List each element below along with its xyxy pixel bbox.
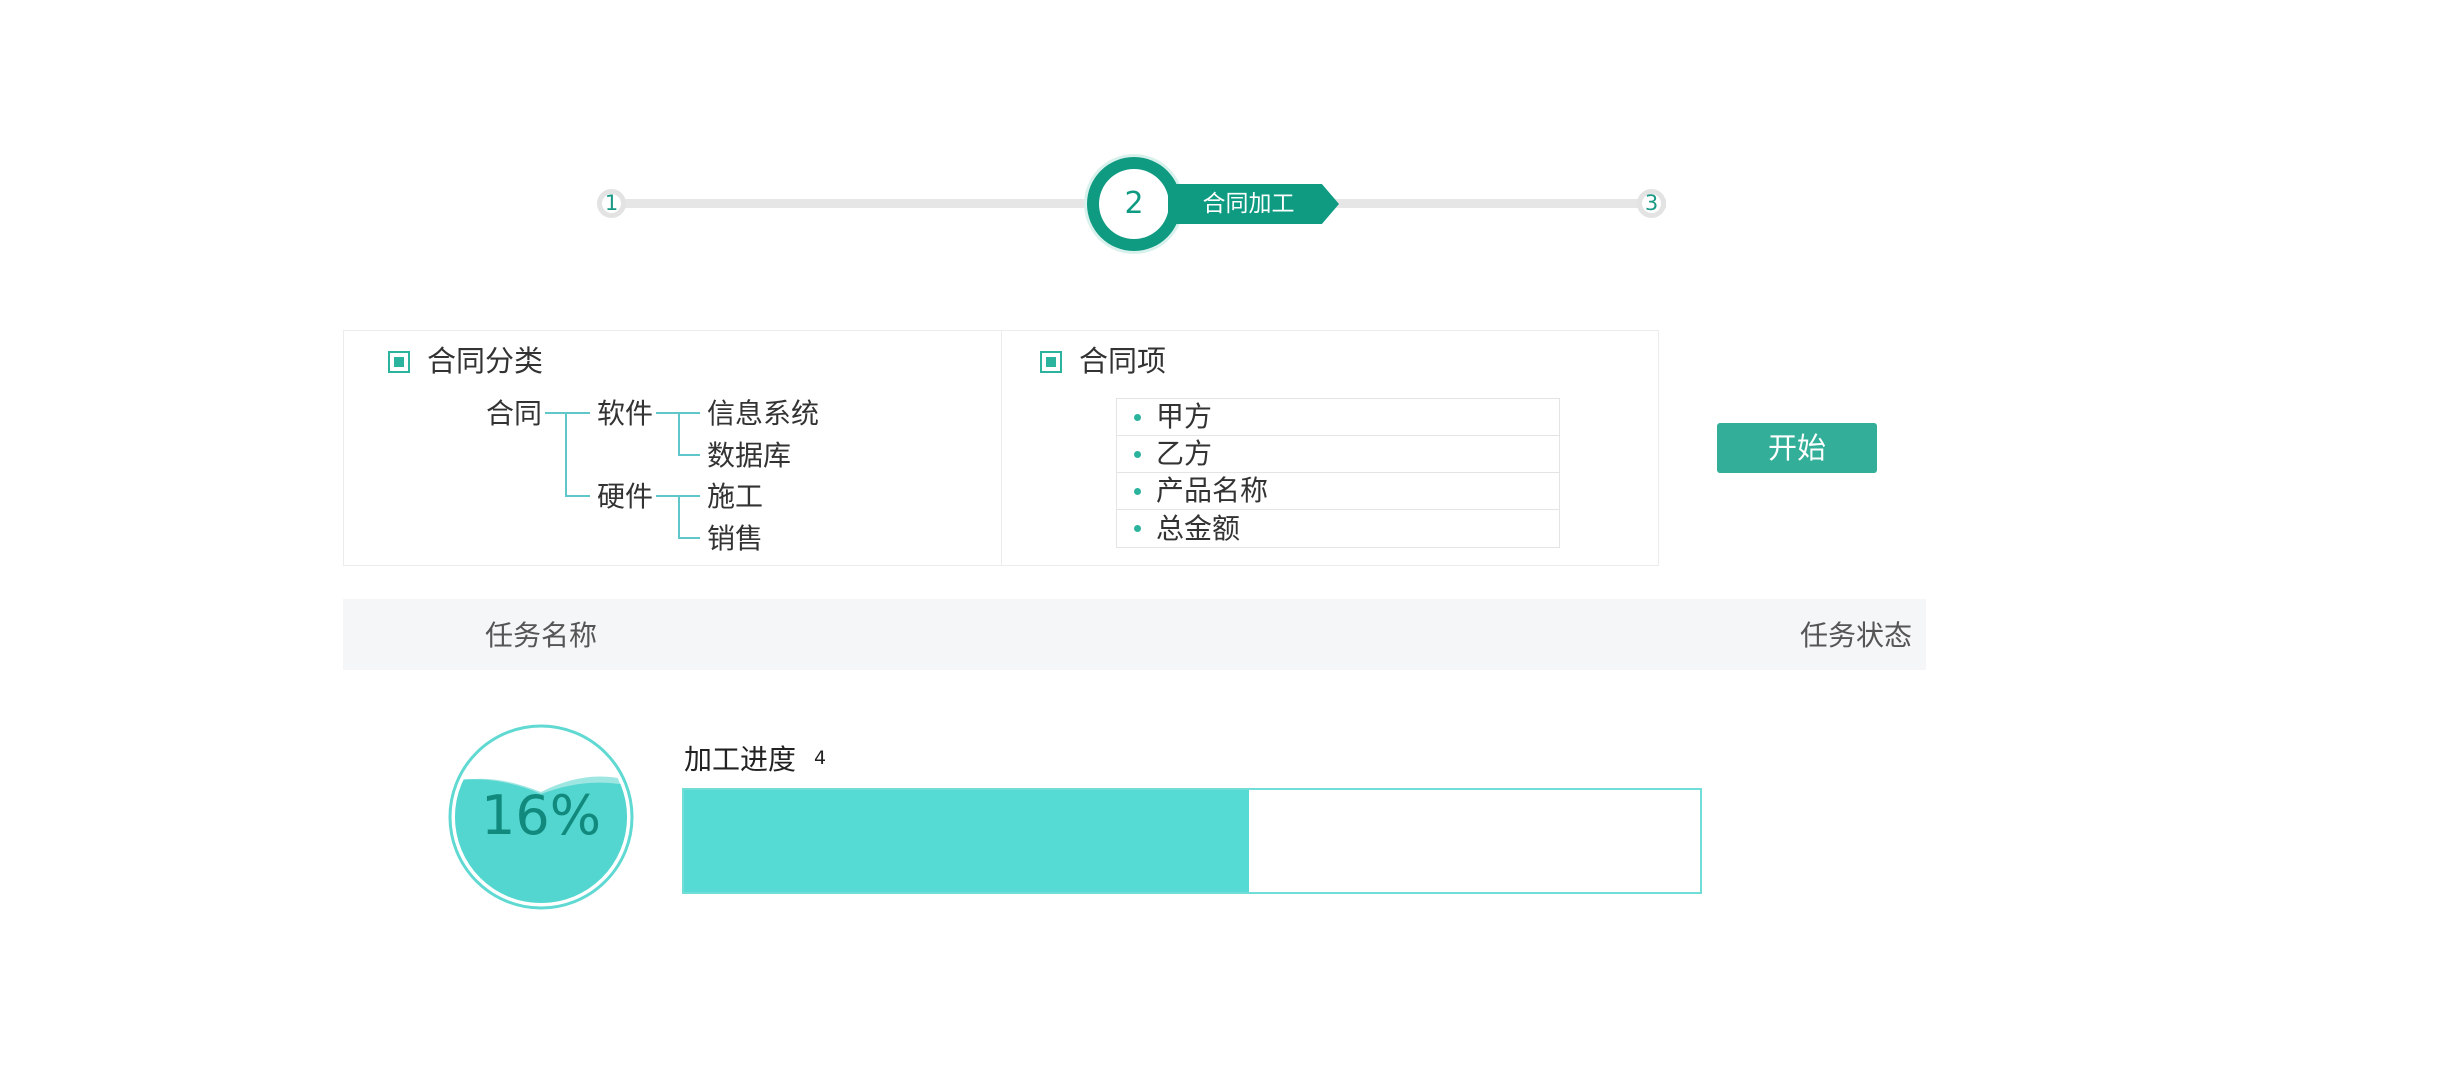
step-3[interactable]: 3 <box>1637 189 1666 218</box>
category-panel: 合同分类 <box>343 330 1002 566</box>
progress-title: 加工进度 <box>684 743 797 776</box>
tree-node-software[interactable]: 软件 <box>597 400 653 428</box>
step-1[interactable]: 1 <box>597 189 626 218</box>
progress-count: 4 <box>814 747 827 769</box>
contract-item-list: 甲方 乙方 产品名称 总金额 <box>1116 398 1560 548</box>
item-panel-header: 合同项 <box>1040 347 1166 376</box>
tree-connector <box>678 537 700 539</box>
step-2-active[interactable]: 2 <box>1087 157 1181 251</box>
list-item[interactable]: 产品名称 <box>1117 473 1559 510</box>
list-item-label: 总金额 <box>1156 511 1241 545</box>
category-panel-header: 合同分类 <box>388 347 543 376</box>
step-1-number: 1 <box>604 191 619 215</box>
list-item-label: 甲方 <box>1156 400 1213 433</box>
wave-progress-gauge: 16% <box>448 724 634 910</box>
step-2-label: 合同加工 <box>1202 190 1295 217</box>
tree-node-database[interactable]: 数据库 <box>707 442 791 470</box>
column-header-task-name[interactable]: 任务名称 <box>485 622 597 650</box>
progress-bar-fill <box>684 790 1249 892</box>
task-table-header: 任务名称 任务状态 <box>343 599 1926 670</box>
dot-bullet-icon <box>1134 413 1141 421</box>
list-item-label: 乙方 <box>1156 437 1213 470</box>
tree-connector <box>678 454 700 456</box>
column-header-task-status[interactable]: 任务状态 <box>1800 622 1912 650</box>
dot-bullet-icon <box>1134 525 1141 532</box>
checkbox-partial-icon[interactable] <box>388 350 410 373</box>
wave-progress-svg: 16% <box>448 724 634 910</box>
step-2-number: 2 <box>1124 186 1144 221</box>
category-panel-title: 合同分类 <box>427 344 544 378</box>
checkbox-partial-icon[interactable] <box>1040 350 1062 373</box>
progress-bar <box>682 788 1702 894</box>
tree-connector <box>545 412 590 414</box>
step-connector <box>614 199 1094 208</box>
step-connector <box>1330 199 1666 208</box>
tree-node-hardware[interactable]: 硬件 <box>597 483 653 511</box>
tree-connector <box>565 495 590 497</box>
tree-node-construction[interactable]: 施工 <box>707 483 763 511</box>
tree-connector <box>678 495 680 538</box>
dot-bullet-icon <box>1134 487 1141 495</box>
step-3-number: 3 <box>1644 191 1659 215</box>
step-2-label-tag: 合同加工 <box>1168 184 1339 224</box>
tree-connector <box>678 412 680 455</box>
tree-node-root[interactable]: 合同 <box>486 400 542 428</box>
list-item[interactable]: 总金额 <box>1117 510 1559 547</box>
list-item-label: 产品名称 <box>1156 474 1269 507</box>
wave-progress-percent: 16% <box>481 784 601 847</box>
list-item[interactable]: 乙方 <box>1117 436 1559 473</box>
tree-node-sales[interactable]: 销售 <box>707 525 763 553</box>
list-item[interactable]: 甲方 <box>1117 399 1559 436</box>
item-panel-title: 合同项 <box>1079 344 1167 378</box>
start-button[interactable]: 开始 <box>1717 423 1877 473</box>
dot-bullet-icon <box>1134 450 1141 458</box>
tree-node-info-system[interactable]: 信息系统 <box>707 400 819 428</box>
tree-connector <box>565 412 567 496</box>
